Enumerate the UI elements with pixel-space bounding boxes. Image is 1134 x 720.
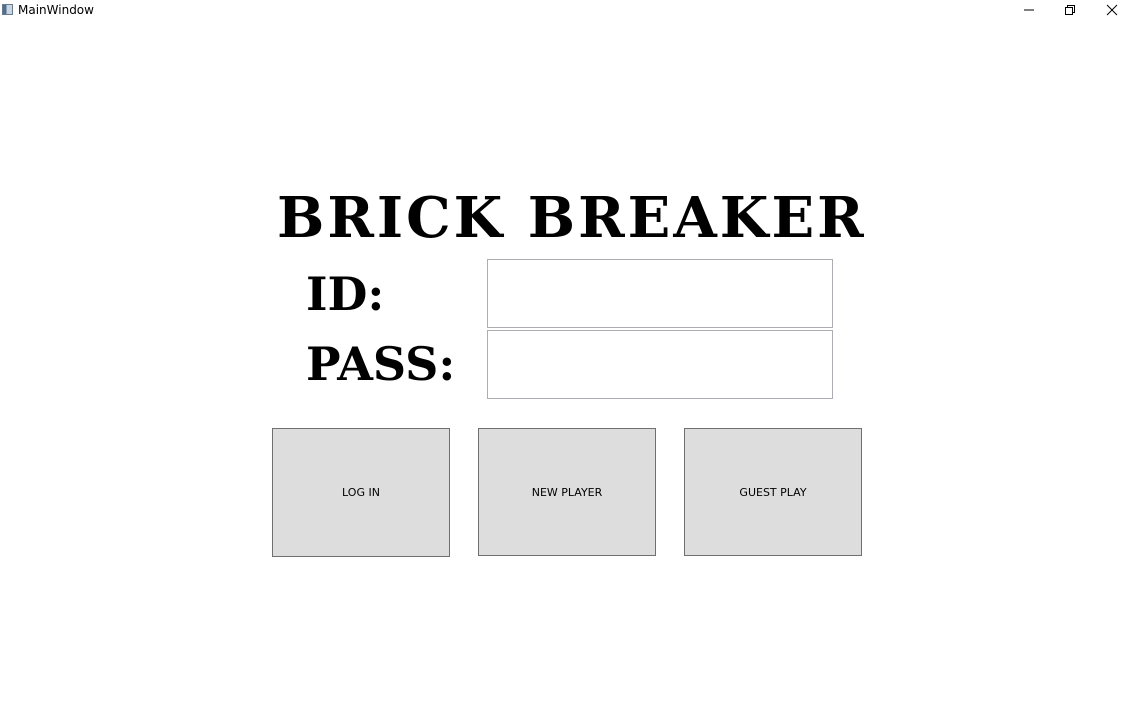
title-bar[interactable]: MainWindow — [0, 0, 1134, 20]
id-input[interactable] — [487, 259, 833, 328]
close-button[interactable] — [1092, 0, 1132, 20]
login-button[interactable]: LOG IN — [272, 428, 450, 557]
password-input[interactable] — [487, 330, 833, 399]
restore-icon — [1065, 5, 1075, 15]
id-label: ID: — [306, 267, 385, 321]
window-title: MainWindow — [18, 3, 94, 17]
app-icon — [2, 4, 13, 15]
minimize-button[interactable] — [1009, 0, 1049, 20]
pass-label: PASS: — [306, 337, 456, 391]
main-window: MainWindow BRICK BREAKER ID: PASS: LOG I… — [0, 0, 1134, 720]
close-icon — [1106, 4, 1118, 16]
guest-play-button[interactable]: GUEST PLAY — [684, 428, 862, 556]
restore-button[interactable] — [1050, 0, 1090, 20]
game-title: BRICK BREAKER — [277, 185, 867, 251]
minimize-icon — [1024, 9, 1034, 11]
new-player-button[interactable]: NEW PLAYER — [478, 428, 656, 556]
